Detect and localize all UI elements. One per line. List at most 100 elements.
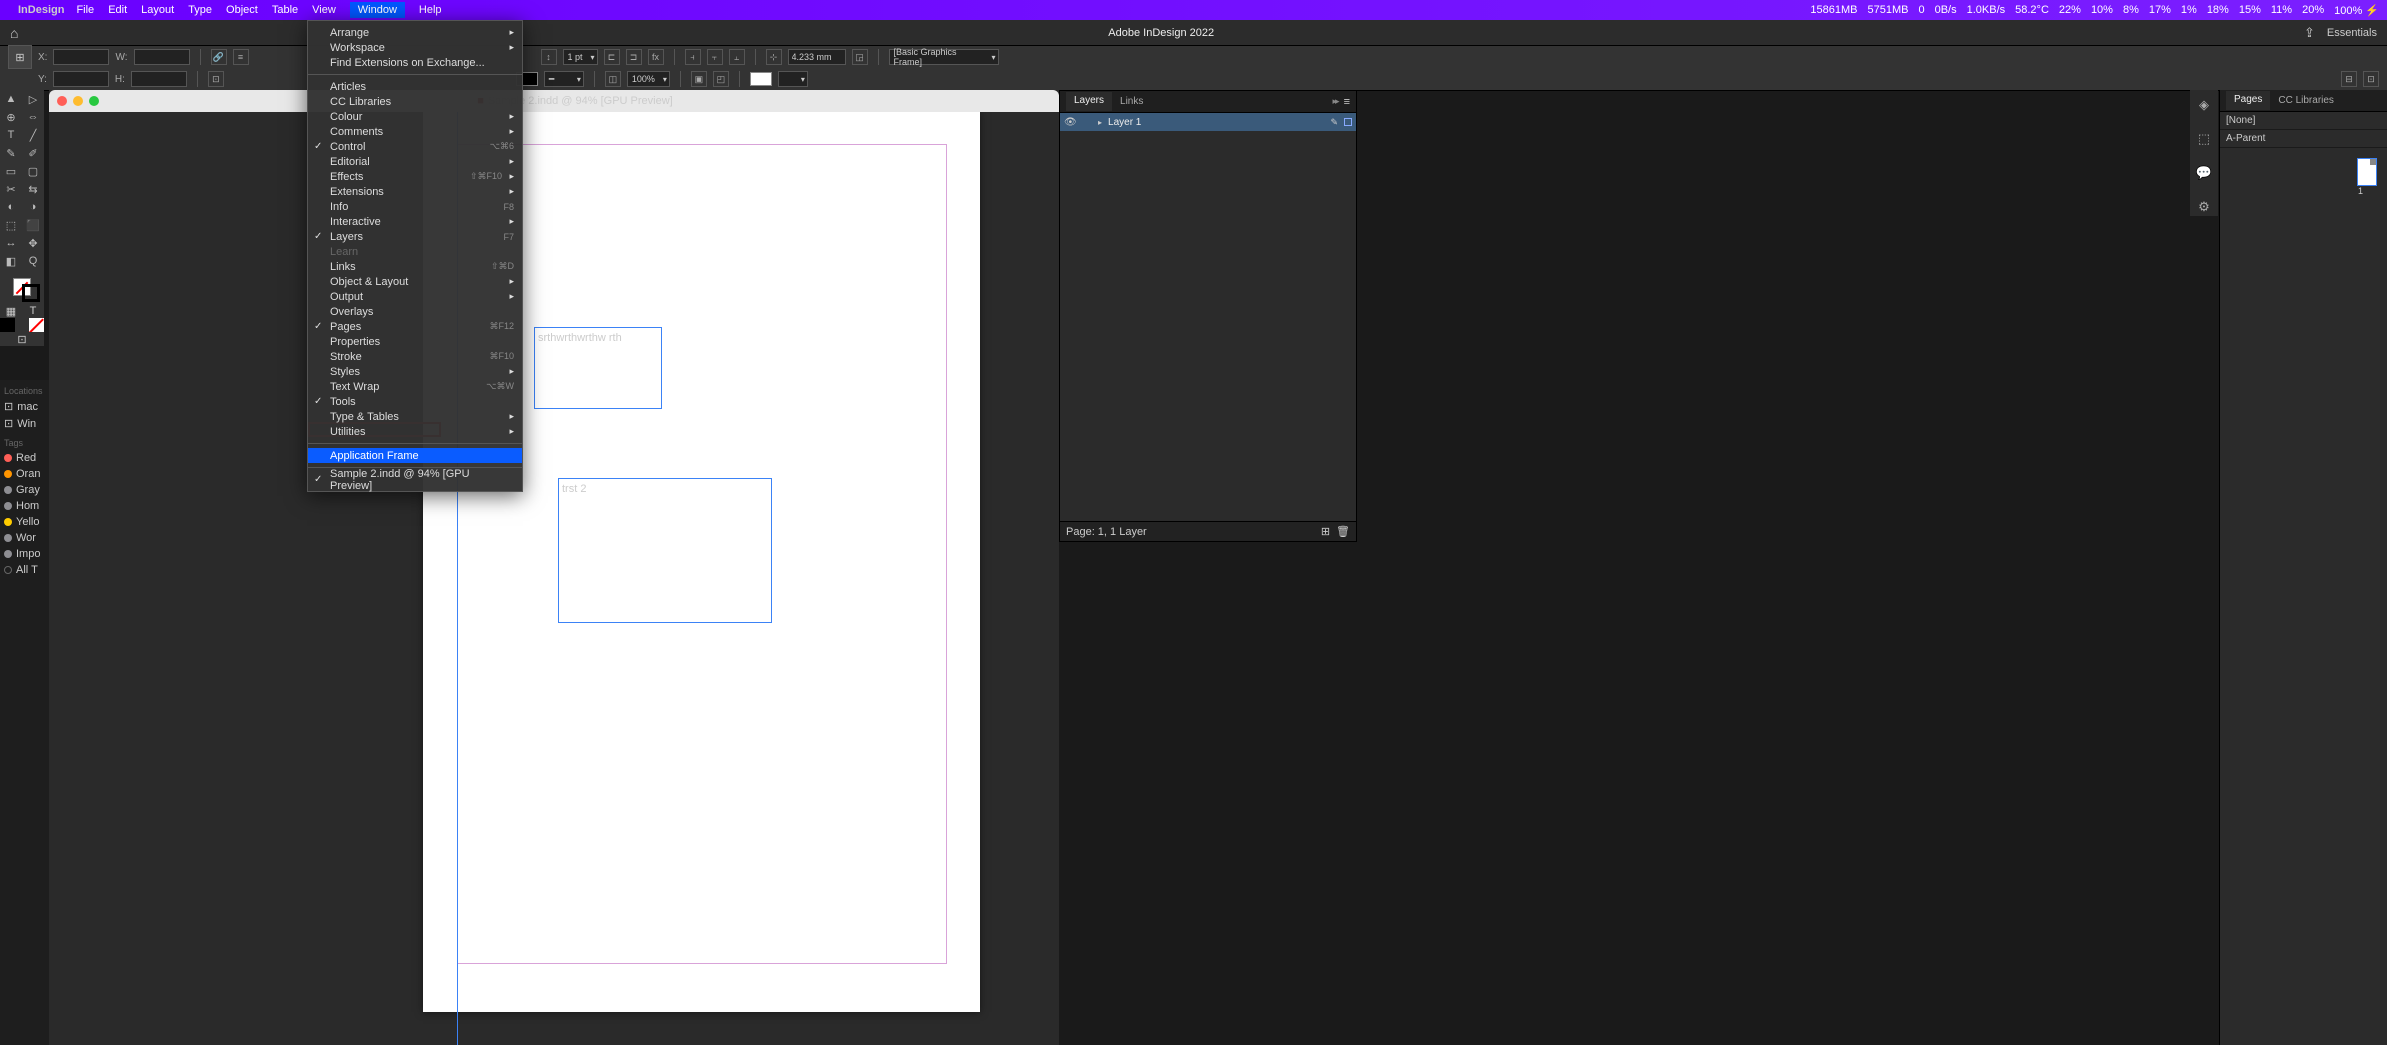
fx-icon[interactable]: fx xyxy=(648,49,664,65)
menu-edit[interactable]: Edit xyxy=(108,4,127,16)
corner-icon[interactable]: ◲ xyxy=(852,49,868,65)
home-icon[interactable]: ⌂ xyxy=(10,25,18,41)
tab-links[interactable]: Links xyxy=(1112,93,1151,110)
menu-item-effects[interactable]: Effects⇧⌘F10 xyxy=(308,169,522,184)
panel-menu-icon[interactable]: ⊟ xyxy=(2341,71,2357,87)
menu-item-extensions[interactable]: Extensions xyxy=(308,184,522,199)
traffic-lights[interactable] xyxy=(57,96,99,106)
link-icon[interactable]: 🔗 xyxy=(211,49,227,65)
dock-icon[interactable]: ⚙ xyxy=(2195,198,2213,216)
text-wrap-around-icon[interactable]: ◰ xyxy=(713,71,729,87)
menu-item-control[interactable]: Control⌥⌘6 xyxy=(308,139,522,154)
opacity-dropdown[interactable]: 100% xyxy=(627,71,670,87)
menu-item-comments[interactable]: Comments xyxy=(308,124,522,139)
panel-menu-icon[interactable]: ≡ xyxy=(1344,96,1350,108)
measure-icon[interactable]: ⊹ xyxy=(766,49,782,65)
text-frame-1[interactable]: srthwrthwrthw rth xyxy=(534,327,662,409)
h-field[interactable] xyxy=(131,71,187,87)
object-style-dropdown[interactable]: [Basic Graphics Frame] xyxy=(889,49,999,65)
menu-item-workspace[interactable]: Workspace xyxy=(308,40,522,55)
align-icon[interactable]: ≡ xyxy=(233,49,249,65)
zoom-icon[interactable] xyxy=(89,96,99,106)
cap-icon[interactable]: ⊏ xyxy=(604,49,620,65)
panel-dock-icon[interactable]: ⊡ xyxy=(2363,71,2379,87)
stroke-weight-dropdown[interactable]: 1 pt xyxy=(563,49,598,65)
menu-item-utilities[interactable]: Utilities xyxy=(308,424,522,439)
menu-item-sample-2-indd-94-gpu-preview-[interactable]: Sample 2.indd @ 94% [GPU Preview] xyxy=(308,472,522,487)
menu-item-type-tables[interactable]: Type & Tables xyxy=(308,409,522,424)
selection-square-icon[interactable] xyxy=(1344,118,1352,126)
layer-row[interactable]: 👁 ▸ Layer 1 ✎ xyxy=(1060,113,1356,131)
menu-item-stroke[interactable]: Stroke⌘F10 xyxy=(308,349,522,364)
page-thumbnail[interactable] xyxy=(2357,158,2377,186)
menu-item-tools[interactable]: Tools xyxy=(308,394,522,409)
menu-item-find-extensions-on-exchange-[interactable]: Find Extensions on Exchange... xyxy=(308,55,522,70)
text-frame-2[interactable]: trst 2 xyxy=(558,478,772,623)
menu-item-overlays[interactable]: Overlays xyxy=(308,304,522,319)
menu-item-properties[interactable]: Properties xyxy=(308,334,522,349)
menu-item-text-wrap[interactable]: Text Wrap⌥⌘W xyxy=(308,379,522,394)
menu-window[interactable]: Window xyxy=(350,2,405,18)
w-field[interactable] xyxy=(134,49,190,65)
menu-help[interactable]: Help xyxy=(419,4,442,16)
stroke-swap-icon[interactable]: ↕ xyxy=(541,49,557,65)
workspace-switcher[interactable]: Essentials xyxy=(2327,27,2377,39)
tab-layers[interactable]: Layers xyxy=(1066,92,1112,111)
menu-view[interactable]: View xyxy=(312,4,336,16)
constrain-icon[interactable]: ⊡ xyxy=(208,71,224,87)
menu-item-cc-libraries[interactable]: CC Libraries xyxy=(308,94,522,109)
menu-item-pages[interactable]: Pages⌘F12 xyxy=(308,319,522,334)
document-canvas[interactable]: srthwrthwrthw rth trst 2 xyxy=(49,112,1059,1045)
menu-item-application-frame[interactable]: Application Frame xyxy=(308,448,522,463)
none-parent-row[interactable]: [None] xyxy=(2220,112,2387,130)
app-name[interactable]: InDesign xyxy=(18,4,64,16)
menu-type[interactable]: Type xyxy=(188,4,212,16)
align-center-icon[interactable]: ⫟ xyxy=(707,49,723,65)
menu-item-links[interactable]: Links⇧⌘D xyxy=(308,259,522,274)
a-parent-row[interactable]: A-Parent xyxy=(2220,130,2387,148)
menu-item-arrange[interactable]: Arrange xyxy=(308,25,522,40)
dock-icon[interactable]: ⬚ xyxy=(2195,130,2213,148)
delete-layer-icon[interactable]: 🗑 xyxy=(1336,525,1350,538)
join-icon[interactable]: ⊐ xyxy=(626,49,642,65)
menu-object[interactable]: Object xyxy=(226,4,258,16)
menu-table[interactable]: Table xyxy=(272,4,298,16)
new-layer-icon[interactable]: ⊞ xyxy=(1321,525,1330,538)
share-icon[interactable]: ⇪ xyxy=(2304,25,2315,41)
menu-item-layers[interactable]: LayersF7 xyxy=(308,229,522,244)
menu-item-output[interactable]: Output xyxy=(308,289,522,304)
x-field[interactable] xyxy=(53,49,109,65)
visibility-icon[interactable]: 👁 xyxy=(1064,117,1076,128)
status-item: 15% xyxy=(2239,4,2261,16)
stroke-style-dropdown[interactable]: ━ xyxy=(544,71,584,87)
align-right-icon[interactable]: ⫠ xyxy=(729,49,745,65)
menu-layout[interactable]: Layout xyxy=(141,4,174,16)
ref-value-field[interactable] xyxy=(788,49,846,65)
text-wrap-none-icon[interactable]: ▣ xyxy=(691,71,707,87)
tab-cc-libraries[interactable]: CC Libraries xyxy=(2270,92,2342,109)
layer-name[interactable]: Layer 1 xyxy=(1108,117,1324,128)
disclosure-icon[interactable]: ▸ xyxy=(1098,118,1102,127)
menu-item-info[interactable]: InfoF8 xyxy=(308,199,522,214)
fill-dropdown[interactable] xyxy=(778,71,808,87)
menu-file[interactable]: File xyxy=(76,4,94,16)
tab-pages[interactable]: Pages xyxy=(2226,91,2270,110)
menu-item-editorial[interactable]: Editorial xyxy=(308,154,522,169)
reference-point-icon[interactable]: ⊞ xyxy=(8,45,32,69)
close-icon[interactable] xyxy=(57,96,67,106)
collapse-icon[interactable]: ▸▸ xyxy=(1333,96,1338,107)
y-field[interactable] xyxy=(53,71,109,87)
menu-item-styles[interactable]: Styles xyxy=(308,364,522,379)
document-titlebar[interactable]: ■Sample 2.indd @ 94% [GPU Preview] xyxy=(49,90,1059,112)
menu-item-colour[interactable]: Colour xyxy=(308,109,522,124)
pen-icon[interactable]: ✎ xyxy=(1330,117,1338,128)
align-left-icon[interactable]: ⫞ xyxy=(685,49,701,65)
opacity-icon[interactable]: ◫ xyxy=(605,71,621,87)
minimize-icon[interactable] xyxy=(73,96,83,106)
fill-color-swatch[interactable] xyxy=(750,72,772,86)
menu-item-object-layout[interactable]: Object & Layout xyxy=(308,274,522,289)
dock-icon[interactable]: 💬 xyxy=(2195,164,2213,182)
menu-item-interactive[interactable]: Interactive xyxy=(308,214,522,229)
dock-icon[interactable]: ◈ xyxy=(2195,96,2213,114)
menu-item-articles[interactable]: Articles xyxy=(308,79,522,94)
